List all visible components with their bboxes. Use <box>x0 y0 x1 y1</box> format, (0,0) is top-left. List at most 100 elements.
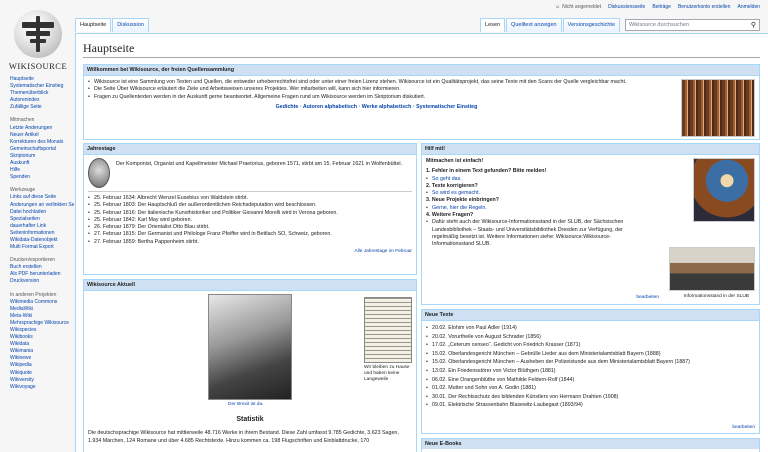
sidebar-item-projekt[interactable]: MediaWiki <box>10 306 33 312</box>
sidebar-item-autoren[interactable]: Autorenindex <box>10 97 39 103</box>
logo-wordmark: WIKISOURCE <box>8 61 68 71</box>
tab-versionen[interactable]: Versionsgeschichte <box>562 18 620 32</box>
sidebar-item-werkzeug-row: Datei hochladen <box>10 209 74 216</box>
sidebar-item-projekt-row: Wikidata <box>10 341 74 348</box>
neuer-text-item[interactable]: 17.02. „Ceterum censeo“. Gedicht von Fri… <box>426 341 755 350</box>
sidebar-item-projekt[interactable]: Meta-Wiki <box>10 313 32 319</box>
sidebar-item-werkzeug-row: dauerhafter Link <box>10 223 74 230</box>
neuer-text-item[interactable]: 13.02. Ein Friedensstörer von Victor Blü… <box>426 367 755 376</box>
painting-image[interactable] <box>693 158 755 222</box>
sidebar-item-projekt[interactable]: Wikispecies <box>10 327 36 333</box>
sidebar-item-drucken[interactable]: Druckversion <box>10 278 39 284</box>
user-status: ☺ Nicht angemeldet <box>555 4 602 10</box>
neuer-text-item[interactable]: 15.02. Oberlandesgericht München – Aushe… <box>426 358 755 367</box>
sidebar-item-mitmachen[interactable]: Spenden <box>10 174 30 180</box>
search-icon[interactable]: ⚲ <box>751 21 756 29</box>
brexit-image[interactable] <box>208 294 292 400</box>
sidebar-item-projekt-row: Wikimania <box>10 348 74 355</box>
sidebar-item-werkzeug[interactable]: Links auf diese Seite <box>10 194 56 200</box>
sidebar-item-werkzeug[interactable]: dauerhafter Link <box>10 223 46 229</box>
sidebar-item-werkzeug[interactable]: Wikidata-Datenobjekt <box>10 237 58 243</box>
sidebar-item-mitmachen[interactable]: Hilfe <box>10 167 20 173</box>
hilfe-intro: Mitmachen ist einfach! <box>426 158 484 164</box>
hilfe-a2[interactable]: So wird es gemacht. <box>432 190 480 196</box>
tab-lesen[interactable]: Lesen <box>480 18 506 32</box>
sidebar-item-projekt-row: Wikinews <box>10 355 74 362</box>
sidebar-item-werkzeug[interactable]: Änderungen an verlinkten Seiten <box>10 202 74 208</box>
tab-diskussion[interactable]: Diskussion <box>112 18 149 32</box>
sidebar-item-mitmachen-row: Auskunft <box>10 160 74 167</box>
all-anniversaries-link[interactable]: Alle Jahrestage im Februar <box>354 249 412 254</box>
sidebar-item-werkzeug[interactable]: Multi Format Export <box>10 244 54 250</box>
sidebar-item-werkzeug[interactable]: Spezialseiten <box>10 216 40 222</box>
sidebar-item-drucken-row: Buch erstellen <box>10 264 74 271</box>
tab-hauptseite[interactable]: Hauptseite <box>75 18 112 32</box>
neuer-text-item[interactable]: 09.01. Elektrische Strassenbahn Blasewit… <box>426 401 755 410</box>
sidebar-item-projekt[interactable]: Wikibooks <box>10 334 33 340</box>
sidebar-item-mitmachen[interactable]: Korrekturen des Monats <box>10 139 63 145</box>
sidebar-item-mitmachen[interactable]: Auskunft <box>10 160 29 166</box>
talk-link[interactable]: Diskussionsseite <box>608 4 645 10</box>
sidebar-item-projekt[interactable]: Wikipedia <box>10 362 32 368</box>
infostand-image[interactable] <box>669 247 755 291</box>
sidebar-item-projekt-row: Wikibooks <box>10 334 74 341</box>
neue-texte-edit-link[interactable]: bearbeiten <box>732 425 755 430</box>
sidebar-item-projekt-row: Wikispecies <box>10 327 74 334</box>
sidebar-item-drucken-row: Als PDF herunterladen <box>10 271 74 278</box>
neuer-text-item[interactable]: 30.01. Der Rechtsschutz des bildenden Kü… <box>426 393 755 402</box>
login-link[interactable]: Anmelden <box>737 4 760 10</box>
aktuell-heading: Wikisource Aktuell <box>84 280 416 291</box>
search-input[interactable]: Wikisource durchsuchen ⚲ <box>625 19 760 31</box>
sidebar-item-projekt-row: Meta-Wiki <box>10 313 74 320</box>
hilfe-a3[interactable]: Gerne, hier die Regeln. <box>432 205 487 211</box>
library-shelf-image[interactable] <box>681 79 755 137</box>
sidebar-item-werkzeug[interactable]: Datei hochladen <box>10 209 46 215</box>
welcome-item: Die Seite Über Wikisource erläutert die … <box>88 86 665 94</box>
neuer-text-item[interactable]: 20.02. Elohim von Paul Adler (1914) <box>426 324 755 333</box>
sidebar-item-projekt[interactable]: Mehrsprachige Wikisource <box>10 320 69 326</box>
sidebar-item-drucken[interactable]: Buch erstellen <box>10 264 42 270</box>
sidebar-item-projekt[interactable]: Wikiversity <box>10 377 34 383</box>
sidebar-item-hauptseite[interactable]: Hauptseite <box>10 76 34 82</box>
sidebar-item-projekt[interactable]: Wikimania <box>10 348 33 354</box>
poster-image[interactable] <box>364 297 412 363</box>
create-account-link[interactable]: Benutzerkonto erstellen <box>678 4 731 10</box>
sidebar-heading-werkzeuge: Werkzeuge <box>10 187 36 194</box>
sidebar-heading-mitmachen: Mitmachen <box>10 117 35 124</box>
sidebar-item-mitmachen[interactable]: Skriptorium <box>10 153 35 159</box>
welcome-heading: Willkommen bei Wikisource, der freien Qu… <box>84 65 759 76</box>
sidebar-item-themen[interactable]: Themenüberblick <box>10 90 48 96</box>
hilfe-a1[interactable]: So geht das. <box>432 176 462 182</box>
portrait-image[interactable] <box>88 158 110 188</box>
neuer-text-item[interactable]: 01.02. Mutter und Sohn von A. Godin (188… <box>426 384 755 393</box>
tab-quelltext[interactable]: Quelltext anzeigen <box>506 18 562 32</box>
neuer-text-item[interactable]: 20.02. Vorurtheile von August Schrader (… <box>426 333 755 342</box>
hilfe-a4: Dafür steht auch der Wikisource-Informat… <box>426 219 631 248</box>
stat-text: Die deutschsprachige Wikisource hat mitt… <box>88 430 399 444</box>
jahrestag-item: 25. Februar 1803: Der Hauptschluß der au… <box>88 202 412 210</box>
sidebar-item-drucken[interactable]: Als PDF herunterladen <box>10 271 61 277</box>
sidebar-item-projekt-row: Wikiquote <box>10 370 74 377</box>
hilfe-heading: Hilf mit! <box>422 144 759 155</box>
sidebar-item-mitmachen[interactable]: Gemeinschaftsportal <box>10 146 56 152</box>
sidebar-item-projekt[interactable]: Wikimedia Commons <box>10 299 57 305</box>
sidebar-item-projekt[interactable]: Wikivoyage <box>10 384 36 390</box>
sidebar-item-zufall[interactable]: Zufällige Seite <box>10 104 42 110</box>
sidebar-item-projekt[interactable]: Wikinews <box>10 355 31 361</box>
contributions-link[interactable]: Beiträge <box>652 4 671 10</box>
sidebar-item-projekt[interactable]: Wikiquote <box>10 370 32 376</box>
welcome-links[interactable]: Gedichte · Autoren alphabetisch · Werke … <box>276 104 478 110</box>
sidebar-item-werkzeug[interactable]: Seiteninformationen <box>10 230 54 236</box>
sidebar-item-mitmachen[interactable]: Neuer Artikel <box>10 132 39 138</box>
hilfe-q1: 1. Fehler in einem Text gefunden? Bitte … <box>426 168 547 175</box>
neuer-text-item[interactable]: 15.02. Oberlandesgericht München – Gebrü… <box>426 350 755 359</box>
site-logo[interactable]: WIKISOURCE <box>8 10 68 71</box>
neue-texte-box: Neue Texte 20.02. Elohim von Paul Adler … <box>421 309 760 434</box>
neuer-text-item[interactable]: 06.02. Eine Orangenblüthe von Mathilde F… <box>426 376 755 385</box>
search-placeholder: Wikisource durchsuchen <box>629 22 689 28</box>
sidebar-item-mitmachen[interactable]: Letzte Änderungen <box>10 125 52 131</box>
sidebar-item-werkzeug-row: Multi Format Export <box>10 244 74 251</box>
sidebar-item-projekt[interactable]: Wikidata <box>10 341 29 347</box>
hilfe-edit-link[interactable]: bearbeiten <box>636 295 659 300</box>
sidebar-item-systematisch[interactable]: Systematischer Einstieg <box>10 83 63 89</box>
